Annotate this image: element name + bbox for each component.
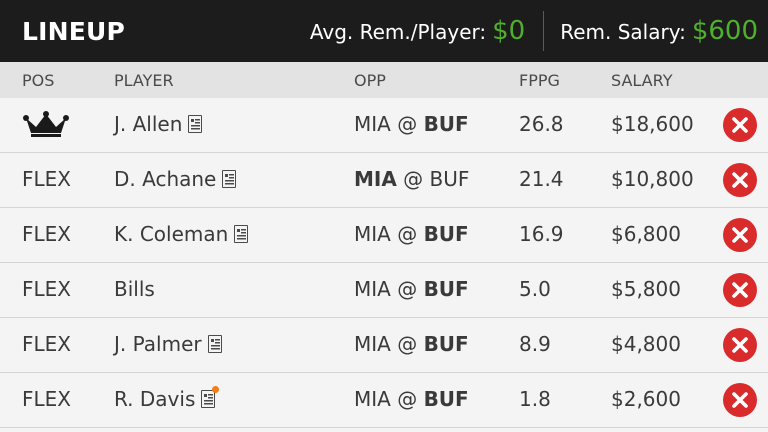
lineup-row[interactable]: FLEX Bills MIA @ BUF 5.0 $5,800 (0, 263, 768, 318)
position-label: FLEX (22, 167, 71, 191)
position-label: FLEX (22, 332, 71, 356)
matchup-cell: MIA @ BUF (354, 112, 469, 136)
remove-player-button[interactable] (723, 163, 757, 197)
salary-value: $18,600 (611, 112, 694, 136)
player-name[interactable]: K. Coleman (114, 222, 228, 246)
player-cell[interactable]: Bills (114, 277, 155, 301)
player-name[interactable]: J. Palmer (114, 332, 202, 356)
player-name[interactable]: R. Davis (114, 387, 195, 411)
lineup-title: LINEUP (22, 16, 126, 46)
column-header-fppg: FPPG (519, 71, 560, 90)
player-cell[interactable]: J. Allen (114, 112, 203, 136)
close-icon (732, 392, 748, 408)
remove-player-button[interactable] (723, 328, 757, 362)
fppg-value: 8.9 (519, 332, 551, 356)
matchup-cell: MIA @ BUF (354, 332, 469, 356)
player-cell[interactable]: R. Davis (114, 386, 220, 411)
matchup-cell: MIA @ BUF (354, 222, 469, 246)
home-team: BUF (423, 277, 469, 301)
player-name[interactable]: D. Achane (114, 167, 216, 191)
remaining-salary: Rem. Salary: $600 (560, 16, 768, 46)
lineup-row[interactable]: FLEX K. Coleman MIA @ BUF 16.9 $6,800 (0, 208, 768, 263)
remove-player-button[interactable] (723, 218, 757, 252)
lineup-row[interactable]: FLEX R. Davis MIA @ BUF 1.8 $2,600 (0, 373, 768, 428)
remaining-salary-label: Rem. Salary: (560, 20, 686, 44)
matchup-separator: @ (390, 387, 424, 411)
matchup-separator: @ (390, 222, 424, 246)
avg-remaining-label: Avg. Rem./Player: (309, 20, 487, 44)
away-team: MIA (354, 387, 391, 411)
avg-remaining-value: $0 (492, 16, 526, 46)
close-icon (732, 282, 748, 298)
player-cell[interactable]: K. Coleman (114, 222, 249, 246)
column-header-row: POS PLAYER OPP FPPG SALARY (0, 62, 768, 98)
close-icon (732, 337, 748, 353)
player-news-icon[interactable] (222, 170, 237, 188)
player-news-icon[interactable] (234, 225, 249, 243)
remaining-salary-value: $600 (691, 16, 758, 46)
player-news-icon[interactable] (207, 335, 222, 353)
salary-value: $4,800 (611, 332, 681, 356)
close-icon (732, 117, 748, 133)
matchup-separator: @ (390, 112, 424, 136)
player-news-icon[interactable] (188, 115, 203, 133)
matchup-separator: @ (390, 332, 424, 356)
salary-value: $6,800 (611, 222, 681, 246)
header-divider (543, 11, 545, 51)
lineup-row[interactable]: J. Allen MIA @ BUF 26.8 $18,600 (0, 98, 768, 153)
home-team: BUF (423, 387, 469, 411)
home-team: BUF (423, 112, 469, 136)
salary-value: $5,800 (611, 277, 681, 301)
salary-value: $2,600 (611, 387, 681, 411)
avg-remaining-per-player: Avg. Rem./Player: $0 (310, 16, 525, 46)
home-team: BUF (423, 332, 469, 356)
home-team: BUF (423, 222, 469, 246)
away-team: MIA (354, 167, 397, 191)
fppg-value: 26.8 (519, 112, 564, 136)
player-news-icon[interactable] (201, 386, 220, 408)
fppg-value: 21.4 (519, 167, 564, 191)
close-icon (732, 227, 748, 243)
column-header-player: PLAYER (114, 71, 174, 90)
position-label: FLEX (22, 387, 71, 411)
player-name[interactable]: Bills (114, 277, 155, 301)
lineup-header: LINEUP Avg. Rem./Player: $0 Rem. Salary:… (0, 0, 768, 62)
lineup-rows: J. Allen MIA @ BUF 26.8 $18,600 FLEX D. Achan… (0, 98, 768, 428)
captain-crown-icon (22, 110, 70, 143)
column-header-opp: OPP (354, 71, 386, 90)
matchup-separator: @ (390, 277, 424, 301)
fppg-value: 1.8 (519, 387, 551, 411)
position-label: FLEX (22, 222, 71, 246)
fppg-value: 16.9 (519, 222, 564, 246)
remove-player-button[interactable] (723, 383, 757, 417)
news-alert-dot-icon (212, 386, 220, 393)
lineup-row[interactable]: FLEX J. Palmer MIA @ BUF 8.9 $4,800 (0, 318, 768, 373)
player-name[interactable]: J. Allen (114, 112, 182, 136)
matchup-cell: MIA @ BUF (354, 387, 469, 411)
away-team: MIA (354, 222, 391, 246)
column-header-pos: POS (22, 71, 55, 90)
salary-value: $10,800 (611, 167, 694, 191)
position-label: FLEX (22, 277, 71, 301)
away-team: MIA (354, 112, 391, 136)
column-header-salary: SALARY (611, 71, 673, 90)
away-team: MIA (354, 277, 391, 301)
remove-player-button[interactable] (723, 273, 757, 307)
matchup-separator: @ (396, 167, 430, 191)
player-cell[interactable]: D. Achane (114, 167, 237, 191)
player-cell[interactable]: J. Palmer (114, 332, 222, 356)
away-team: MIA (354, 332, 391, 356)
remove-player-button[interactable] (723, 108, 757, 142)
close-icon (732, 172, 748, 188)
lineup-row[interactable]: FLEX D. Achane MIA @ BUF 21.4 $10,800 (0, 153, 768, 208)
lineup-panel: LINEUP Avg. Rem./Player: $0 Rem. Salary:… (0, 0, 768, 432)
matchup-cell: MIA @ BUF (354, 277, 469, 301)
matchup-cell: MIA @ BUF (354, 167, 469, 191)
fppg-value: 5.0 (519, 277, 551, 301)
home-team: BUF (429, 167, 470, 191)
